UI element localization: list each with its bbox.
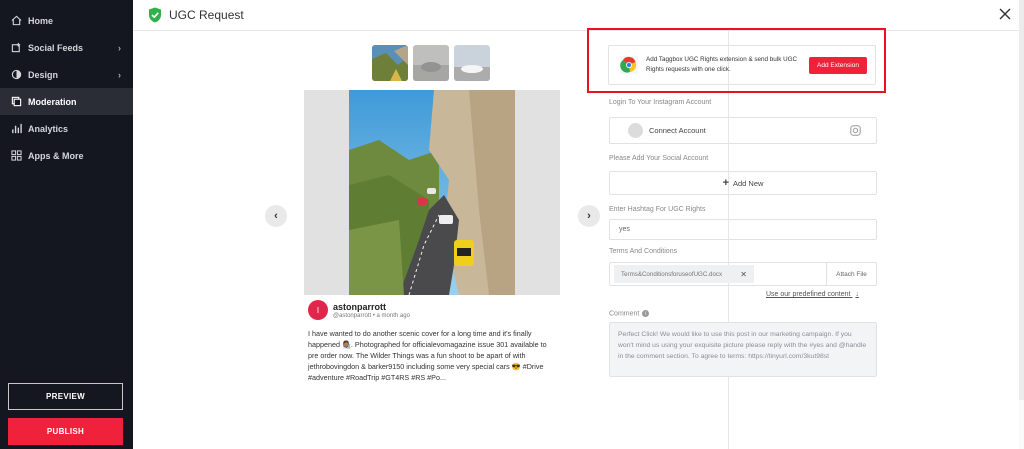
shield-check-icon bbox=[149, 7, 161, 23]
thumbnail-2[interactable] bbox=[413, 45, 449, 81]
user-icon bbox=[628, 123, 643, 138]
predefined-content-text: Use our predefined content bbox=[766, 291, 851, 298]
apps-icon bbox=[10, 150, 22, 162]
scrollbar-thumb[interactable] bbox=[1019, 0, 1024, 400]
hashtag-label: Enter Hashtag For UGC Rights bbox=[609, 206, 706, 213]
scrollbar[interactable] bbox=[1019, 0, 1024, 449]
thumbnail-strip bbox=[372, 45, 490, 81]
sidebar-item-design[interactable]: Design › bbox=[0, 61, 133, 88]
page-title: UGC Request bbox=[169, 8, 244, 22]
next-arrow-icon[interactable]: › bbox=[578, 205, 600, 227]
terms-field: Terms&ConditionsforuseofUGC.docx ✕ Attac… bbox=[609, 262, 877, 286]
terms-file-name: Terms&ConditionsforuseofUGC.docx bbox=[621, 270, 723, 278]
sidebar-item-social-feeds[interactable]: Social Feeds › bbox=[0, 34, 133, 61]
sidebar-item-apps[interactable]: Apps & More bbox=[0, 142, 133, 169]
connect-account-label: Connect Account bbox=[649, 126, 706, 135]
instagram-icon bbox=[850, 125, 861, 136]
post-caption: I have wanted to do another scenic cover… bbox=[308, 329, 547, 382]
sidebar-item-label: Moderation bbox=[28, 96, 77, 107]
previous-arrow-icon[interactable]: ‹ bbox=[265, 205, 287, 227]
sidebar-item-moderation[interactable]: Moderation bbox=[0, 88, 133, 115]
author-handle: @astonparrott bbox=[333, 312, 372, 319]
sidebar-item-analytics[interactable]: Analytics bbox=[0, 115, 133, 142]
comment-label: Comment bbox=[609, 310, 640, 318]
post-author: I astonparrott @astonparrott • a month a… bbox=[308, 300, 410, 320]
terms-label: Terms And Conditions bbox=[609, 248, 678, 255]
right-panel bbox=[728, 31, 1024, 449]
add-extension-button[interactable]: Add Extension bbox=[809, 56, 867, 74]
home-icon bbox=[10, 15, 22, 27]
palette-icon bbox=[10, 69, 22, 81]
sidebar-nav: Home Social Feeds › Design › Moderation bbox=[0, 0, 133, 169]
social-account-label: Please Add Your Social Account bbox=[609, 155, 709, 162]
thumbnail-1[interactable] bbox=[372, 45, 408, 81]
sidebar-item-label: Social Feeds bbox=[28, 42, 84, 53]
info-icon[interactable]: i bbox=[642, 310, 650, 317]
chevron-right-icon: › bbox=[118, 42, 121, 53]
avatar: I bbox=[308, 300, 328, 320]
attach-file-button[interactable]: Attach File bbox=[826, 263, 876, 285]
author-meta: @astonparrott • a month ago bbox=[333, 312, 410, 319]
social-feeds-icon bbox=[10, 42, 22, 54]
chevron-right-icon: › bbox=[118, 69, 121, 80]
add-new-label: Add New bbox=[733, 178, 764, 188]
remove-file-icon[interactable]: ✕ bbox=[740, 270, 747, 279]
modal-header: UGC Request bbox=[133, 0, 1024, 31]
instagram-label: Login To Your Instagram Account bbox=[609, 99, 712, 106]
extension-text: Add Taggbox UGC Rights extension & send … bbox=[646, 56, 798, 73]
hashtag-input[interactable]: yes bbox=[609, 219, 877, 240]
comment-textarea[interactable]: Perfect Click! We would like to use this… bbox=[609, 322, 877, 377]
analytics-icon bbox=[10, 123, 22, 135]
download-icon: ↓ bbox=[855, 291, 859, 298]
close-icon[interactable] bbox=[998, 7, 1012, 21]
sidebar-item-label: Apps & More bbox=[28, 150, 84, 161]
post-photo bbox=[349, 90, 515, 295]
sidebar: Home Social Feeds › Design › Moderation bbox=[0, 0, 133, 449]
sidebar-item-label: Design bbox=[28, 69, 59, 80]
extension-card: Add Taggbox UGC Rights extension & send … bbox=[608, 45, 876, 85]
ugc-request-modal: UGC Request ‹ › I astonparrott @astonpar… bbox=[133, 0, 1024, 449]
moderation-icon bbox=[10, 96, 22, 108]
thumbnail-3[interactable] bbox=[454, 45, 490, 81]
add-new-button[interactable]: + Add New bbox=[609, 171, 877, 195]
chrome-icon bbox=[620, 56, 638, 74]
publish-button[interactable]: PUBLISH bbox=[8, 418, 123, 445]
author-name: astonparrott bbox=[333, 301, 387, 312]
preview-button[interactable]: PREVIEW bbox=[8, 383, 123, 410]
post-time: a month ago bbox=[376, 312, 410, 319]
sidebar-item-label: Analytics bbox=[28, 123, 69, 134]
comment-label-row: Comment i bbox=[609, 310, 650, 318]
terms-file-chip: Terms&ConditionsforuseofUGC.docx ✕ bbox=[614, 265, 754, 283]
sidebar-item-home[interactable]: Home bbox=[0, 7, 133, 34]
post-image-container bbox=[304, 90, 560, 295]
predefined-content-link[interactable]: Use our predefined content ↓ bbox=[766, 291, 859, 298]
connect-account-button[interactable]: Connect Account bbox=[609, 117, 877, 144]
sidebar-item-label: Home bbox=[28, 15, 54, 26]
plus-icon: + bbox=[722, 177, 729, 189]
